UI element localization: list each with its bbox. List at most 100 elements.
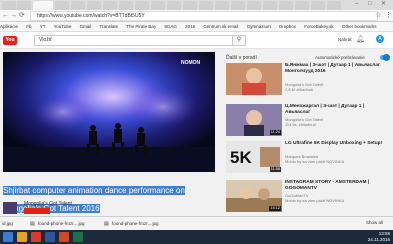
tab[interactable] <box>311 1 325 10</box>
video-item-title[interactable]: LG Ultrafine 5K Display Unboxing + Setup… <box>285 141 390 147</box>
tab[interactable] <box>103 1 117 10</box>
excel-icon[interactable] <box>73 232 83 242</box>
menu-icon[interactable]: ⋮ <box>385 11 392 20</box>
bookmark[interactable]: YouTube <box>54 24 72 29</box>
taskbar-clock[interactable]: 13:58 24.11.2016 <box>350 231 390 243</box>
svg-text:5K: 5K <box>230 148 252 167</box>
tab[interactable] <box>119 1 133 10</box>
taskbar <box>0 230 393 244</box>
tab[interactable] <box>17 1 31 10</box>
file-icon: ▤ <box>30 221 35 227</box>
explorer-icon[interactable] <box>17 232 27 242</box>
file-icon: ▤ <box>104 221 109 227</box>
autoplay-toggle[interactable] <box>380 54 390 61</box>
bookmark[interactable]: Gmail <box>80 24 92 29</box>
youtube-header: ≡ You Vložiť ⚲ Nahrát 🔔︎ A <box>0 32 393 49</box>
download-item[interactable]: id.jpg <box>2 220 13 228</box>
other-bookmarks[interactable]: Other bookmarks <box>342 24 377 29</box>
bookmark[interactable]: The Pirate Bay <box>126 24 156 29</box>
powerpoint-icon[interactable] <box>59 232 69 242</box>
tab[interactable] <box>87 1 101 10</box>
download-item[interactable]: found-phone-frozr....jpg <box>112 220 159 228</box>
bookmark[interactable]: Translate <box>100 24 119 29</box>
duration-badge: 11:58 <box>269 167 281 172</box>
avatar[interactable]: A <box>376 35 384 43</box>
word-icon[interactable] <box>45 232 55 242</box>
tab[interactable] <box>167 1 181 10</box>
video-item-title[interactable]: Б.Янжмаа | Э-шэт | Дугаар 1 | Авьяаслаг … <box>285 63 390 75</box>
svg-text:NOMON: NOMON <box>181 60 201 66</box>
video-frame: NOMON <box>3 52 215 172</box>
video-item-views: Mohlo by sa vám páčiť NOVINKA <box>285 198 345 203</box>
start-icon[interactable] <box>3 232 13 242</box>
video-player[interactable]: NOMON <box>3 52 215 172</box>
channel-avatar[interactable] <box>3 202 17 214</box>
tab[interactable] <box>295 1 309 10</box>
list-item[interactable]: 11:24 Ц.Мөнхжаргал | Э-шэт | Дугаар 1 | … <box>226 104 390 138</box>
tab[interactable] <box>231 1 245 10</box>
video-thumbnail[interactable]: 5K 11:58 <box>226 141 282 173</box>
up-next-label: Ďalší v poradí <box>226 55 257 61</box>
list-item[interactable]: 5K 11:58 LG Ultrafine 5K Display Unboxin… <box>226 141 390 175</box>
bookmark[interactable]: Dropbox <box>279 24 296 29</box>
minimize-icon[interactable]: – <box>355 0 358 9</box>
address-row: ← → ⟳ https://www.youtube.com/watch?v=BT… <box>0 10 393 22</box>
subscribe-button[interactable] <box>24 208 50 214</box>
tab[interactable] <box>183 1 197 10</box>
video-item-views: 114 tis. zhliadnutí <box>285 122 316 127</box>
channel-name[interactable]: Mongolia's Got Talent <box>24 201 72 207</box>
forward-icon[interactable]: → <box>10 11 17 20</box>
video-thumbnail[interactable] <box>226 63 282 95</box>
bookmark[interactable]: Fb <box>26 24 31 29</box>
tab[interactable] <box>327 1 341 10</box>
downloads-bar: id.jpg ▤ found-phone-frozr....jpg ▤ foun… <box>0 216 393 231</box>
bookmarks-bar: Aplikácie Fb YT YouTube Gmail Translate … <box>0 22 393 32</box>
search-button[interactable]: ⚲ <box>232 35 246 46</box>
bookmark[interactable]: YT <box>40 24 46 29</box>
upload-button[interactable]: Nahrát <box>338 35 352 44</box>
close-icon[interactable]: ✕ <box>381 0 386 9</box>
clock-date: 24.11.2016 <box>367 237 390 242</box>
bookmark[interactable]: 9GAG <box>164 24 177 29</box>
tab[interactable] <box>215 1 229 10</box>
bookmark[interactable]: Centrum.sk email <box>203 24 238 29</box>
tab-strip: – □ ✕ <box>0 0 393 10</box>
bell-icon[interactable]: 🔔︎ <box>356 35 365 44</box>
tab[interactable] <box>151 1 165 10</box>
list-item[interactable]: 15:12 INSTAGRAM STORY - AMSTERDAM | GOGO… <box>226 180 390 214</box>
list-item[interactable]: Б.Янжмаа | Э-шэт | Дугаар 1 | Авьяаслаг … <box>226 63 390 97</box>
autoplay-label: Automatické prehrávanie <box>315 55 365 60</box>
search-icon: ⚲ <box>236 37 242 43</box>
video-item-views: 2,8 M zhliadnutí <box>285 87 314 92</box>
tab[interactable] <box>135 1 149 10</box>
tab-active[interactable] <box>33 1 53 10</box>
bookmark[interactable]: ForceBakey.sk <box>304 24 333 29</box>
star-icon[interactable]: ☆ <box>375 11 381 20</box>
reload-icon[interactable]: ⟳ <box>19 11 25 20</box>
show-all-link[interactable]: Show all <box>366 219 383 227</box>
chrome-icon[interactable] <box>31 232 41 242</box>
back-icon[interactable]: ← <box>2 11 9 20</box>
download-item[interactable]: found-phone-frozr....jpg <box>38 220 85 228</box>
tab[interactable] <box>199 1 213 10</box>
bookmark[interactable]: Gymnázium <box>247 24 271 29</box>
tab[interactable] <box>55 1 69 10</box>
youtube-logo[interactable]: You <box>3 36 17 45</box>
thumbnail-image <box>226 63 282 95</box>
bookmark[interactable]: 2016 <box>185 24 195 29</box>
video-thumbnail[interactable]: 11:24 <box>226 104 282 136</box>
video-item-title[interactable]: INSTAGRAM STORY - AMSTERDAM | GOGOMANTV <box>285 180 390 192</box>
tab[interactable] <box>247 1 261 10</box>
video-item-title[interactable]: Ц.Мөнхжаргал | Э-шэт | Дугаар 1 | Авьяас… <box>285 104 390 116</box>
tab[interactable] <box>263 1 277 10</box>
search-input[interactable]: Vložiť <box>34 35 233 46</box>
tab[interactable] <box>71 1 85 10</box>
duration-badge: 11:24 <box>269 130 281 135</box>
duration-badge: 15:12 <box>269 206 281 211</box>
bookmark[interactable]: Aplikácie <box>0 24 18 29</box>
tab[interactable] <box>2 1 16 10</box>
address-bar[interactable]: https://www.youtube.com/watch?v=BTTdBt5U… <box>30 11 378 21</box>
video-thumbnail[interactable]: 15:12 <box>226 180 282 212</box>
tab[interactable] <box>279 1 293 10</box>
maximize-icon[interactable]: □ <box>368 0 372 9</box>
